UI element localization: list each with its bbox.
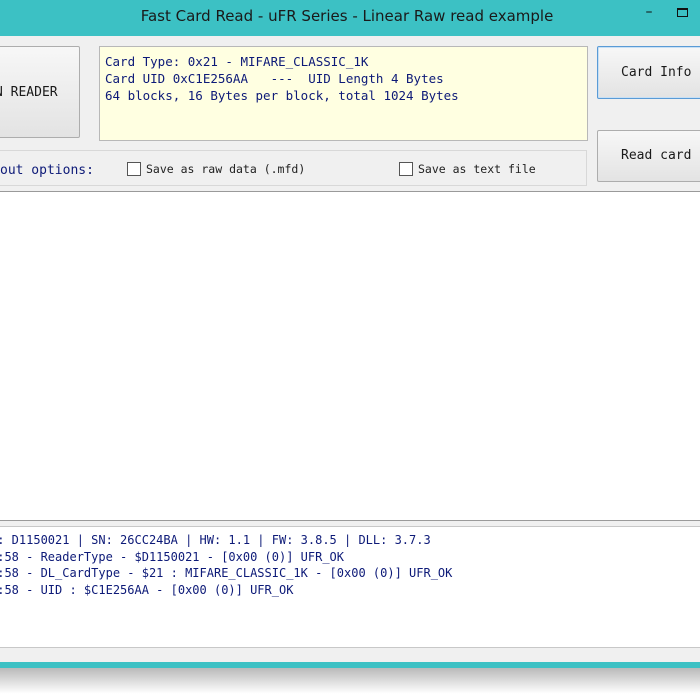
log-line: e: D1150021 | SN: 26CC24BA | HW: 1.1 | F… [0, 533, 431, 547]
minimize-button[interactable]: – [632, 0, 666, 26]
save-raw-checkbox[interactable] [127, 162, 141, 176]
title-bar[interactable]: Fast Card Read - uFR Series - Linear Raw… [0, 0, 700, 36]
log-line: 9:58 - UID : $C1E256AA - [0x00 (0)] UFR_… [0, 582, 294, 597]
log-line: 9:58 - ReaderType - $D1150021 - [0x00 (0… [0, 549, 345, 564]
window-shadow [0, 668, 700, 700]
app-window: Fast Card Read - uFR Series - Linear Raw… [0, 0, 700, 668]
card-blocks-line: 64 blocks, 16 Bytes per block, total 102… [105, 88, 459, 103]
card-info-button[interactable]: Card Info [597, 46, 700, 99]
read-card-label: Read card [621, 148, 692, 163]
log-output[interactable]: e: D1150021 | SN: 26CC24BA | HW: 1.1 | F… [0, 526, 700, 648]
save-raw-label[interactable]: Save as raw data (.mfd) [146, 162, 305, 176]
output-options-label: out options: [0, 163, 94, 178]
window-title: Fast Card Read - uFR Series - Linear Raw… [140, 7, 554, 25]
save-text-label[interactable]: Save as text file [418, 162, 536, 176]
card-type-line: Card Type: 0x21 - MIFARE_CLASSIC_1K [105, 54, 369, 69]
card-uid-line: Card UID 0xC1E256AA --- UID Length 4 Byt… [105, 71, 444, 86]
card-info-label: Card Info [621, 65, 692, 80]
read-card-button[interactable]: Read card [597, 130, 700, 182]
client-area: N READER Card Type: 0x21 - MIFARE_CLASSI… [0, 36, 700, 662]
maximize-icon [677, 8, 688, 17]
open-reader-label: N READER [0, 85, 58, 100]
log-line: 9:58 - DL_CardType - $21 : MIFARE_CLASSI… [0, 566, 453, 580]
open-reader-button[interactable]: N READER [0, 46, 80, 138]
card-info-panel: Card Type: 0x21 - MIFARE_CLASSIC_1K Card… [99, 46, 588, 141]
save-text-checkbox[interactable] [399, 162, 413, 176]
maximize-button[interactable] [666, 0, 700, 26]
card-data-output[interactable] [0, 191, 700, 521]
